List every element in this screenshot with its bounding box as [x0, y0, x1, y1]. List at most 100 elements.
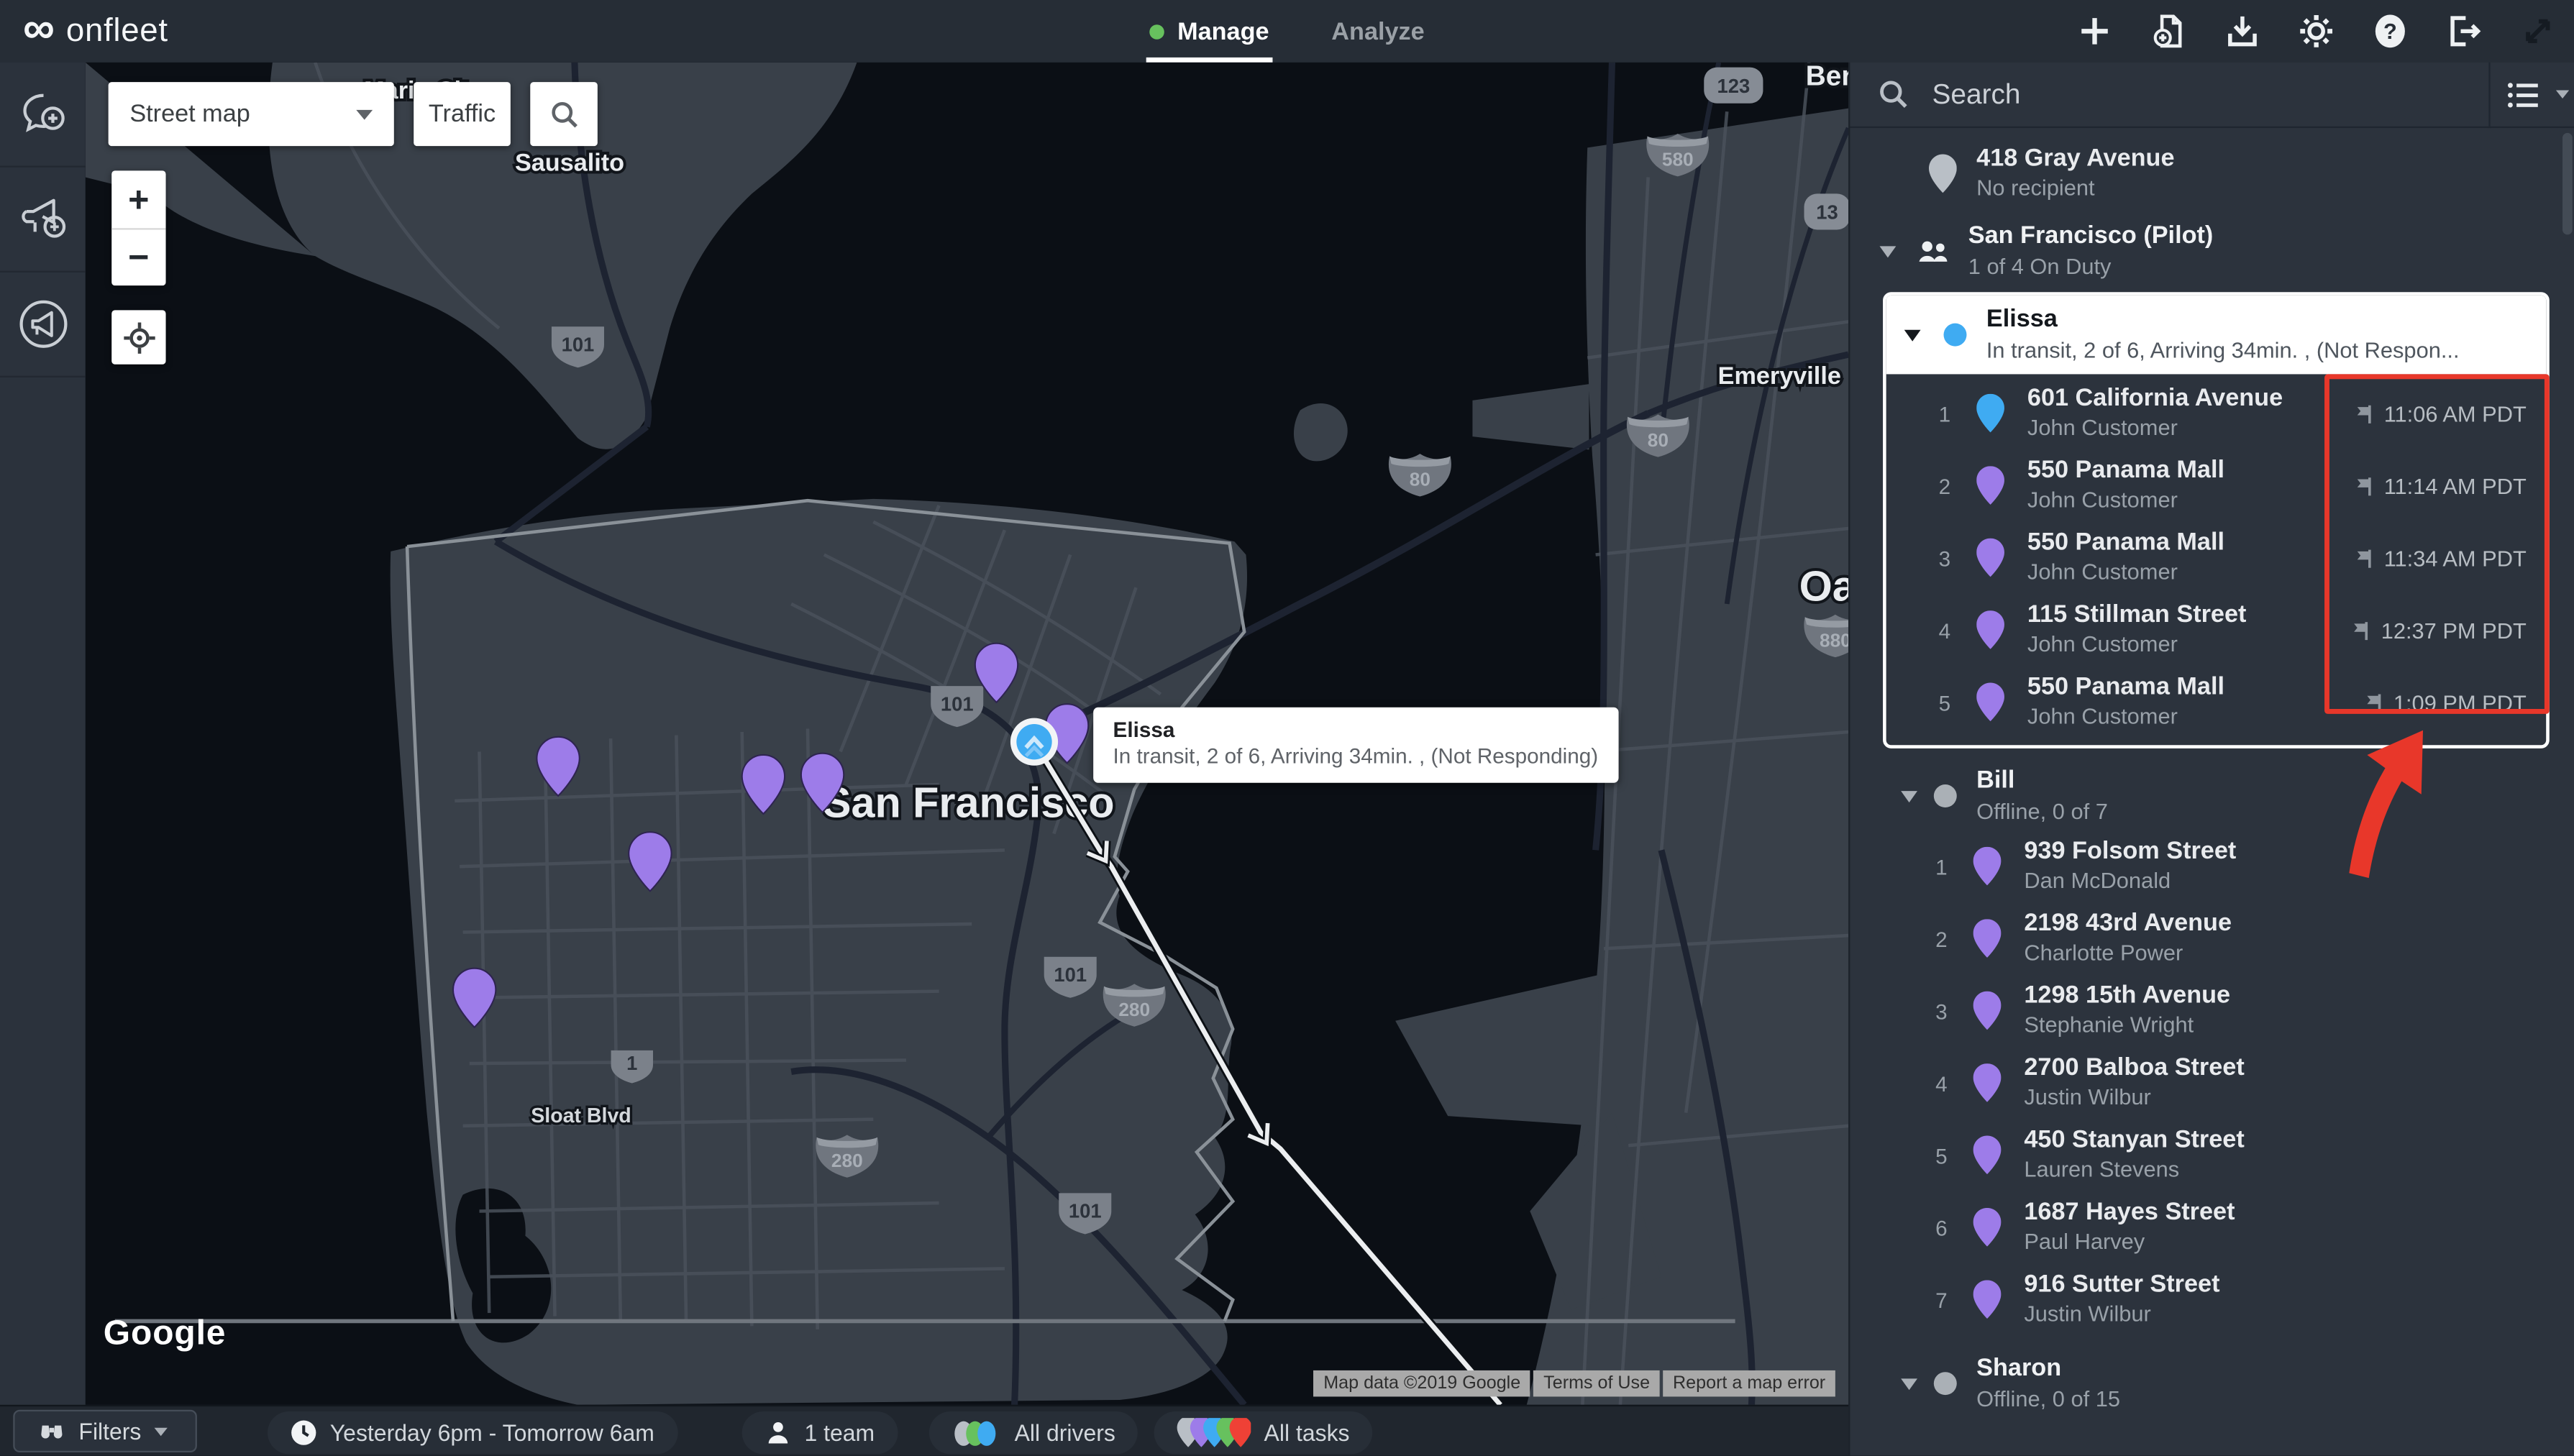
onfleet-logo[interactable]: ∞ onfleet	[23, 0, 168, 63]
task-pins-icon	[1177, 1417, 1251, 1448]
task-address: 601 California Avenue	[2027, 385, 2283, 416]
megaphone-circle-icon	[16, 297, 70, 351]
task-address: 939 Folsom Street	[2024, 838, 2236, 869]
task-eta: 11:06 AM PDT	[2384, 401, 2527, 426]
task-address: 1687 Hayes Street	[2024, 1199, 2235, 1230]
chevron-down-icon[interactable]	[1879, 245, 1896, 257]
fullscreen-expand-icon[interactable]	[2518, 12, 2557, 51]
task-row[interactable]: 3 1298 15th Avenue Stephanie Wright	[1850, 975, 2574, 1047]
task-row[interactable]: 5 550 Panama Mall John Customer 1:09 PM …	[1886, 667, 2547, 738]
task-sidebar: 418 Gray Avenue No recipient San Francis…	[1848, 63, 2574, 1456]
export-download-icon[interactable]	[2223, 12, 2263, 51]
svg-text:123: 123	[1717, 75, 1751, 97]
chevron-down-icon	[356, 109, 373, 119]
map-search-button[interactable]	[530, 82, 598, 146]
team-people-icon	[1917, 239, 1948, 262]
attribution-report-link[interactable]: Report a map error	[1663, 1370, 1835, 1397]
svg-text:80: 80	[1410, 469, 1430, 490]
badge-123: 123	[1704, 68, 1763, 104]
import-tasks-icon[interactable]	[2149, 12, 2189, 51]
create-task-icon[interactable]	[2075, 12, 2114, 51]
scrollbar-thumb[interactable]	[2562, 133, 2573, 235]
zoom-control: + −	[111, 170, 165, 285]
task-row[interactable]: 5 450 Stanyan Street Lauren Stevens	[1850, 1120, 2574, 1191]
status-green-dot	[1149, 24, 1164, 39]
flag-icon	[2352, 547, 2374, 569]
announcements-button[interactable]	[0, 273, 86, 377]
driver-header-sharon[interactable]: Sharon Offline, 0 of 15	[1850, 1349, 2574, 1418]
svg-text:280: 280	[1118, 999, 1150, 1020]
task-recipient: No recipient	[1976, 175, 2174, 203]
list-view-button[interactable]	[2491, 62, 2556, 127]
filters-button[interactable]: Filters	[13, 1410, 197, 1452]
driver-status-dot-blue	[1944, 324, 1967, 347]
task-row[interactable]: 6 1687 Hayes Street Paul Harvey	[1850, 1191, 2574, 1263]
main-tabs: Manage Analyze	[1146, 0, 1428, 63]
help-icon[interactable]: ?	[2370, 12, 2410, 51]
drivers-filter[interactable]: All drivers	[929, 1411, 1138, 1454]
map-area[interactable]: Marin City Sausalito Ber Emeryville Oa S…	[86, 63, 1848, 1405]
task-row[interactable]: 1 601 California Avenue John Customer 11…	[1886, 377, 2547, 449]
driver-status-dot-gray	[1934, 1372, 1957, 1395]
svg-text:101: 101	[562, 333, 595, 355]
logout-icon[interactable]	[2445, 12, 2484, 51]
task-row[interactable]: 1 939 Folsom Street Dan McDonald	[1850, 830, 2574, 902]
svg-text:280: 280	[831, 1150, 863, 1171]
svg-text:580: 580	[1662, 149, 1694, 170]
person-icon	[765, 1419, 792, 1446]
driver-status: Offline, 0 of 15	[1976, 1385, 2120, 1414]
task-address: 450 Stanyan Street	[2024, 1126, 2244, 1157]
tab-analyze[interactable]: Analyze	[1328, 0, 1428, 63]
task-row[interactable]: 3 550 Panama Mall John Customer 11:34 AM…	[1886, 522, 2547, 594]
purple-pin-icon	[1973, 919, 2002, 958]
task-eta: 11:14 AM PDT	[2384, 474, 2527, 498]
settings-gear-icon[interactable]	[2296, 12, 2336, 51]
list-icon	[2506, 80, 2539, 109]
zoom-in-button[interactable]: +	[111, 170, 165, 228]
driver-name: Sharon	[1976, 1353, 2120, 1386]
zoom-out-button[interactable]: −	[111, 228, 165, 285]
traffic-toggle-button[interactable]: Traffic	[414, 82, 511, 146]
chat-plus-icon	[17, 88, 68, 139]
purple-pin-icon	[1973, 847, 2002, 887]
task-row[interactable]: 4 115 Stillman Street John Customer 12:3…	[1886, 594, 2547, 666]
driver-status: Offline, 0 of 7	[1976, 797, 2108, 826]
team-filter[interactable]: 1 team	[742, 1411, 898, 1454]
flag-icon	[2350, 620, 2371, 641]
task-row[interactable]: 4 2700 Balboa Street Justin Wilbur	[1850, 1047, 2574, 1119]
map-attribution: Map data ©2019 Google Terms of Use Repor…	[1314, 1370, 1835, 1397]
new-message-button[interactable]	[0, 63, 86, 168]
sidebar-search-bar	[1850, 63, 2574, 128]
task-recipient: John Customer	[2027, 487, 2224, 516]
tab-manage[interactable]: Manage	[1146, 0, 1272, 63]
team-header[interactable]: San Francisco (Pilot) 1 of 4 On Duty	[1850, 216, 2574, 285]
task-row[interactable]: 2 2198 43rd Avenue Charlotte Power	[1850, 902, 2574, 974]
chevron-down-icon[interactable]	[1901, 790, 1917, 802]
chevron-down-icon[interactable]	[2556, 91, 2569, 99]
svg-text:1: 1	[626, 1052, 637, 1074]
bottom-filter-bar: Filters Yesterday 6pm - Tomorrow 6am 1 t…	[0, 1405, 1848, 1456]
unassigned-task-row[interactable]: 418 Gray Avenue No recipient	[1850, 141, 2574, 206]
chevron-down-icon[interactable]	[1904, 329, 1921, 341]
task-recipient: Dan McDonald	[2024, 868, 2236, 896]
tasks-filter[interactable]: All tasks	[1154, 1411, 1373, 1454]
driver-location-marker[interactable]	[1010, 718, 1058, 766]
search-input[interactable]	[1929, 76, 2488, 112]
clock-icon	[291, 1419, 317, 1446]
infinity-logo-icon: ∞	[23, 6, 55, 51]
driver-header-bill[interactable]: Bill Offline, 0 of 7	[1850, 761, 2574, 830]
badge-13: 13	[1804, 193, 1849, 229]
locate-button[interactable]	[111, 310, 165, 364]
chevron-down-icon[interactable]	[1901, 1378, 1917, 1389]
driver-header-elissa[interactable]: Elissa In transit, 2 of 6, Arriving 34mi…	[1886, 296, 2547, 375]
driver-group-elissa: Elissa In transit, 2 of 6, Arriving 34mi…	[1883, 292, 2550, 748]
chevron-down-icon	[155, 1427, 168, 1435]
new-announcement-button[interactable]	[0, 168, 86, 273]
flag-icon	[2362, 692, 2383, 713]
date-range-filter[interactable]: Yesterday 6pm - Tomorrow 6am	[268, 1411, 677, 1454]
map-layer-selector[interactable]: Street map	[109, 82, 394, 146]
task-row[interactable]: 7 916 Sutter Street Justin Wilbur	[1850, 1264, 2574, 1336]
attribution-terms-link[interactable]: Terms of Use	[1533, 1370, 1659, 1397]
task-row[interactable]: 2 550 Panama Mall John Customer 11:14 AM…	[1886, 449, 2547, 521]
label-sausalito: Sausalito	[515, 149, 624, 176]
